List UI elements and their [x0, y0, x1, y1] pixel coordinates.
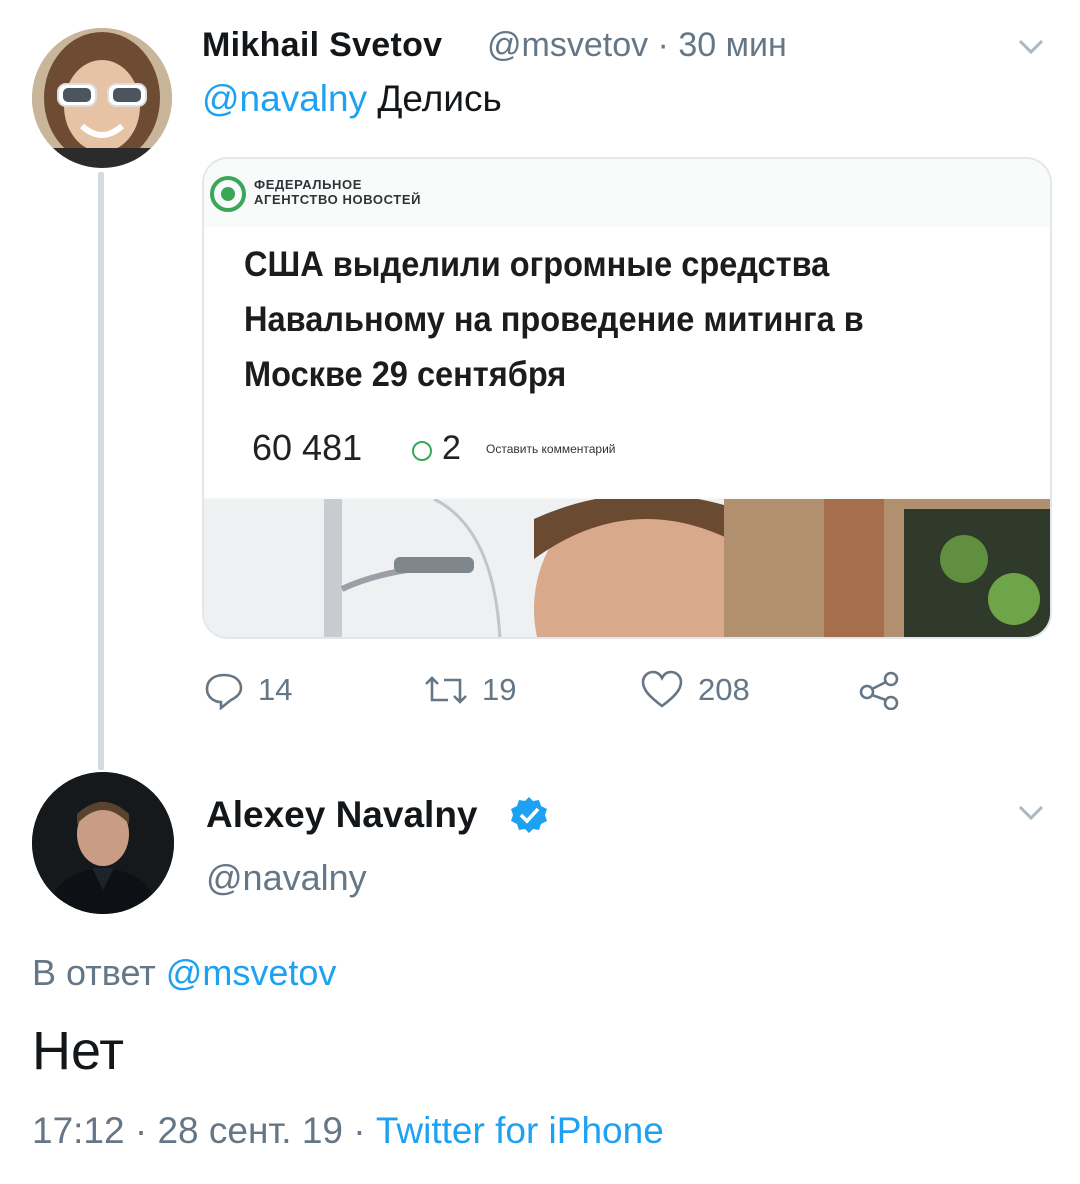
like-icon	[641, 670, 683, 708]
reply-context: В ответ @msvetov	[32, 952, 337, 993]
chevron-down-icon[interactable]	[1018, 804, 1044, 827]
retweet-count: 19	[482, 672, 517, 707]
author-name[interactable]: Alexey Navalny	[206, 794, 478, 836]
reply-count: 14	[258, 672, 293, 707]
avatar-mikhail-svetov[interactable]	[32, 28, 172, 168]
like-button[interactable]: 208	[640, 668, 750, 712]
tweet-body: Нет	[32, 1021, 124, 1081]
share-button[interactable]	[858, 668, 902, 712]
tweet-text: @navalny Делись	[202, 78, 502, 120]
author-handle-time: @msvetov · 30 мин	[487, 26, 787, 64]
reply-icon	[205, 673, 243, 710]
reply-button[interactable]: 14	[204, 668, 292, 712]
author-handle[interactable]: @navalny	[206, 857, 367, 899]
reply-mention-link[interactable]: @msvetov	[166, 952, 337, 993]
card-photo	[204, 499, 1050, 637]
news-agency-logo: ФЕДЕРАЛЬНОЕ АГЕНТСТВО НОВОСТЕЙ	[254, 177, 422, 207]
thread-connector-line	[98, 172, 104, 770]
verified-badge-icon	[510, 796, 548, 839]
card-headline: США выделили огромные средства Навальном…	[244, 245, 864, 394]
comment-icon	[412, 441, 432, 461]
avatar-alexey-navalny[interactable]	[32, 772, 174, 914]
chevron-down-icon[interactable]	[1018, 38, 1044, 61]
tweet-body: Делись	[377, 78, 502, 119]
leave-comment-label: Оставить комментарий	[486, 442, 616, 456]
like-count: 208	[698, 672, 750, 707]
source-link[interactable]: Twitter for iPhone	[376, 1110, 664, 1151]
image-card[interactable]: ФЕДЕРАЛЬНОЕ АГЕНТСТВО НОВОСТЕЙ США выдел…	[202, 157, 1052, 639]
retweet-button[interactable]: 19	[424, 668, 516, 712]
comment-count: 2	[442, 429, 461, 467]
timestamp: 17:12 · 28 сент. 19 ·	[32, 1110, 366, 1151]
author-name[interactable]: Mikhail Svetov	[202, 26, 442, 65]
view-count: 60 481	[252, 427, 363, 468]
mention-link[interactable]: @navalny	[202, 78, 367, 119]
share-icon	[859, 671, 899, 710]
retweet-icon	[425, 676, 467, 704]
tweet-metadata: 17:12 · 28 сент. 19 · Twitter for iPhone	[32, 1110, 664, 1152]
